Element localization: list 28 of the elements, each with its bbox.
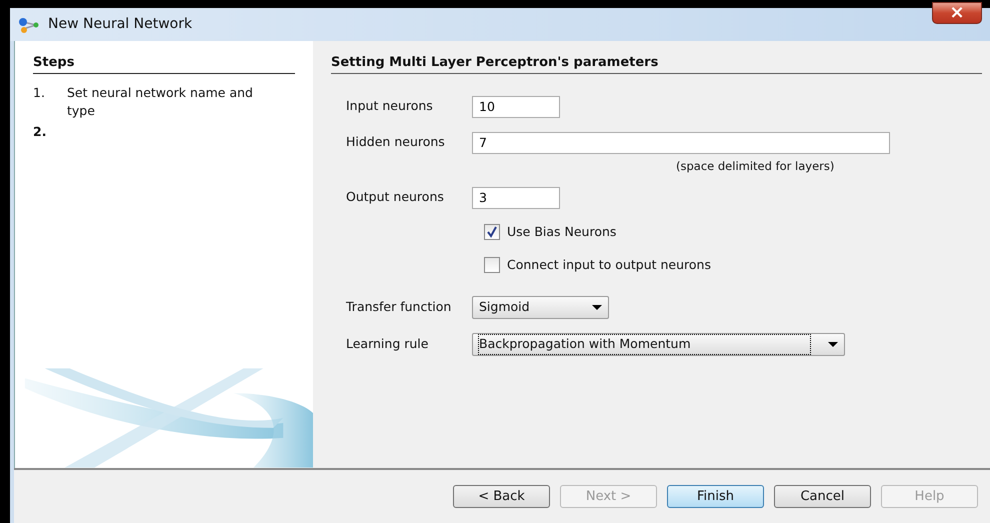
caret-icon: [592, 305, 602, 310]
step-number: 1.: [33, 84, 46, 102]
checkbox-label: Use Bias Neurons: [507, 222, 616, 241]
network-logo-icon: [18, 16, 40, 32]
checkbox-label: Connect input to output neurons: [507, 256, 711, 274]
dialog-button[interactable]: < Back: [453, 485, 550, 508]
close-button[interactable]: ×: [932, 2, 982, 24]
field-label: Learning rule: [346, 335, 430, 354]
checkbox[interactable]: [484, 256, 500, 273]
dialog-button[interactable]: Cancel: [774, 485, 871, 508]
dropdown[interactable]: Sigmoid: [472, 296, 609, 320]
steps-heading: Steps: [33, 55, 295, 74]
input-field[interactable]: 3: [472, 186, 560, 209]
field-label: Input neurons: [346, 97, 434, 116]
field-label: Hidden neurons: [346, 133, 446, 152]
dialog-button[interactable]: Finish: [667, 485, 764, 508]
field-label: Output neurons: [346, 188, 445, 206]
input-field[interactable]: 10: [472, 96, 560, 118]
panel-heading: Setting Multi Layer Perceptron's parameters: [331, 55, 982, 74]
window-title: New Neural Network: [48, 15, 192, 34]
input-field[interactable]: 7: [472, 132, 890, 154]
field-label: Transfer function: [346, 298, 452, 316]
checkbox[interactable]: [484, 224, 500, 240]
dropdown[interactable]: Backpropagation with Momentum: [472, 333, 845, 356]
hint-text: (space delimited for layers): [675, 158, 836, 175]
step-number: 2.: [33, 123, 48, 142]
step-label: Set neural network name and type: [67, 84, 254, 120]
caret-icon: [828, 342, 838, 348]
